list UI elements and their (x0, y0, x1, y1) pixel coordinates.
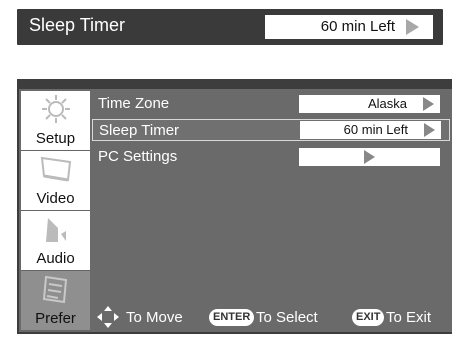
menu-row-value: 60 min Left (343, 122, 408, 137)
footer-hints: To Move ENTER To Select EXIT To Exit (92, 303, 450, 331)
menu-body: Setup Video Audio Prefer Time Zone Alask… (19, 89, 452, 332)
exit-hint: To Exit (386, 309, 432, 326)
sleep-timer-banner: Sleep Timer 60 min Left (17, 9, 443, 45)
menu-row-label: PC Settings (98, 148, 178, 165)
exit-key-badge: EXIT (352, 309, 385, 326)
sleep-timer-value[interactable]: 60 min Left (300, 121, 441, 139)
time-zone-value[interactable]: Alaska (299, 95, 440, 113)
right-arrow-icon[interactable] (424, 123, 435, 137)
dpad-icon (97, 306, 119, 328)
enter-key-badge: ENTER (209, 309, 255, 326)
sidebar-item-label: Prefer (35, 310, 76, 327)
banner-title: Sleep Timer (29, 15, 126, 35)
banner-value: 60 min Left (320, 18, 395, 35)
menu-row-label: Sleep Timer (99, 122, 180, 139)
menu-row-sleep-timer[interactable]: Sleep Timer 60 min Left (92, 119, 450, 141)
menu-row-value: Alaska (367, 96, 407, 111)
right-arrow-icon[interactable] (406, 19, 419, 35)
sidebar-item-label: Audio (36, 250, 75, 267)
pc-settings-value[interactable] (299, 148, 440, 166)
menu-row-label: Time Zone (98, 95, 170, 112)
menu-row-time-zone[interactable]: Time Zone Alaska (92, 93, 450, 115)
sidebar-item-prefer[interactable]: Prefer (21, 271, 90, 331)
sidebar-item-setup[interactable]: Setup (21, 91, 90, 151)
right-arrow-icon[interactable] (364, 150, 375, 164)
sidebar-item-video[interactable]: Video (21, 151, 90, 211)
sidebar-item-label: Setup (35, 130, 76, 147)
select-hint: To Select (256, 309, 318, 326)
move-hint: To Move (126, 309, 183, 326)
speaker-icon (46, 218, 66, 242)
banner-value-box[interactable]: 60 min Left (265, 15, 433, 39)
menu-content: Time Zone Alaska Sleep Timer 60 min Left… (92, 91, 450, 297)
gear-icon (42, 95, 70, 123)
menu-row-pc-settings[interactable]: PC Settings (92, 146, 450, 168)
sidebar-item-audio[interactable]: Audio (21, 211, 90, 271)
tv-icon (40, 156, 72, 182)
settings-menu: Setup Video Audio Prefer Time Zone Alask… (17, 79, 452, 334)
right-arrow-icon[interactable] (423, 97, 434, 111)
preferences-icon (42, 275, 68, 304)
sidebar: Setup Video Audio Prefer (21, 91, 90, 331)
sidebar-item-label: Video (36, 190, 75, 207)
